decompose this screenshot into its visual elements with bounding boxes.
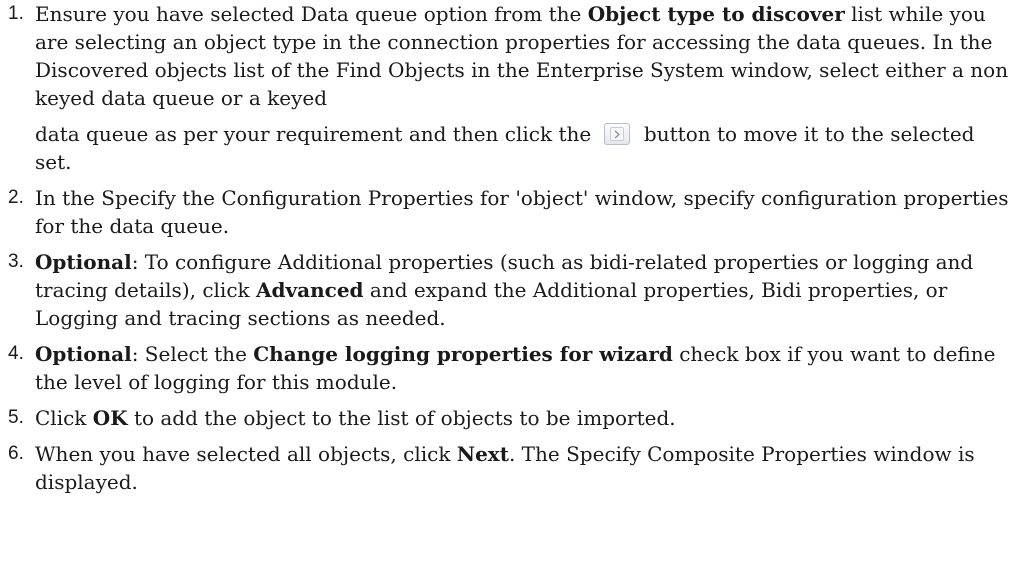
- ok-label: OK: [92, 406, 128, 430]
- step-6: 6. When you have selected all objects, c…: [0, 440, 1026, 496]
- chevron-right-icon: [614, 130, 620, 139]
- step-4: 4. Optional: Select the Change logging p…: [0, 340, 1026, 396]
- step-text: to add the object to the list of objects…: [127, 406, 676, 430]
- move-right-button: [603, 123, 630, 145]
- object-type-to-discover-label: Object type to discover: [587, 2, 845, 26]
- step-2: 2. In the Specify the Configuration Prop…: [0, 184, 1026, 240]
- change-logging-properties-label: Change logging properties for wizard: [253, 342, 673, 366]
- optional-label: Optional: [35, 342, 132, 366]
- step-number: 3.: [8, 251, 24, 272]
- step-number: 2.: [8, 187, 24, 208]
- step-number: 4.: [8, 343, 24, 364]
- step-text: In the Specify the Configuration Propert…: [35, 186, 1009, 238]
- step-text: : Select the: [131, 342, 254, 366]
- step-number: 5.: [8, 407, 24, 428]
- step-text: data queue as per your requirement and t…: [35, 122, 598, 146]
- step-text: Click: [35, 406, 93, 430]
- step-1: 1. Ensure you have selected Data queue o…: [0, 0, 1026, 176]
- procedure-steps: 1. Ensure you have selected Data queue o…: [0, 0, 1026, 504]
- next-label: Next: [456, 442, 509, 466]
- advanced-label: Advanced: [256, 278, 364, 302]
- optional-label: Optional: [35, 250, 132, 274]
- step-3: 3. Optional: To configure Additional pro…: [0, 248, 1026, 332]
- step-number: 6.: [8, 443, 24, 464]
- step-text: When you have selected all objects, clic…: [35, 442, 457, 466]
- step-number: 1.: [8, 3, 24, 24]
- step-text: Ensure you have selected Data queue opti…: [35, 2, 588, 26]
- step-5: 5. Click OK to add the object to the lis…: [0, 404, 1026, 432]
